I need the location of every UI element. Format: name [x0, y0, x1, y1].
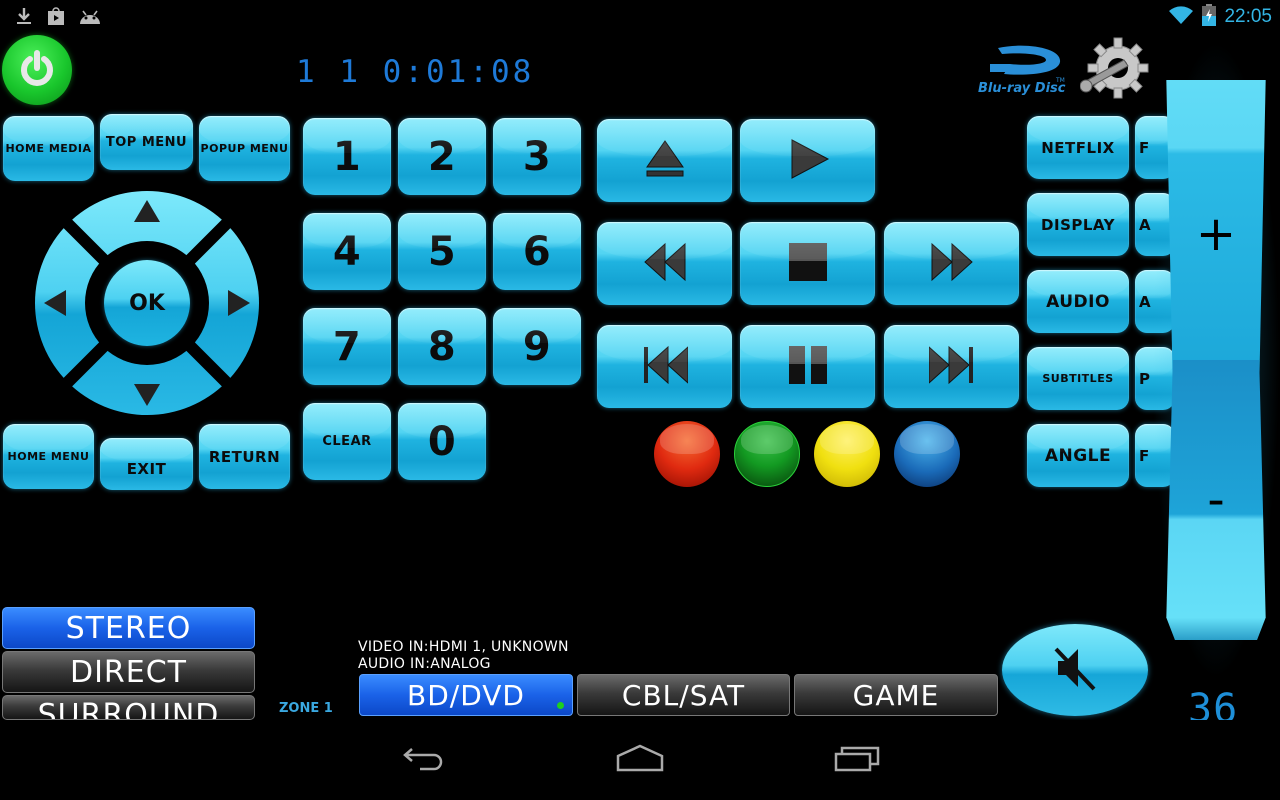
key-0[interactable]: 0	[398, 403, 486, 480]
pause-button[interactable]	[740, 325, 875, 408]
play-icon	[786, 137, 830, 185]
blue-button[interactable]	[894, 421, 960, 487]
eject-button[interactable]	[597, 119, 732, 202]
mute-button[interactable]	[1002, 624, 1148, 716]
home-button[interactable]	[600, 740, 680, 780]
skip-next-icon	[928, 343, 975, 391]
play-button[interactable]	[740, 119, 875, 202]
key-4[interactable]: 4	[303, 213, 391, 290]
angle-button[interactable]: ANGLE	[1027, 424, 1129, 487]
pause-icon	[786, 343, 830, 391]
key-1[interactable]: 1	[303, 118, 391, 195]
fast-forward-icon	[930, 240, 974, 288]
fast-forward-button[interactable]	[884, 222, 1019, 305]
status-bar: 22:05	[0, 0, 1280, 32]
settings-button[interactable]	[1079, 36, 1150, 102]
green-button[interactable]	[734, 421, 800, 487]
key-2[interactable]: 2	[398, 118, 486, 195]
eject-icon	[643, 137, 687, 185]
key-6[interactable]: 6	[493, 213, 581, 290]
source-bd-dvd[interactable]: BD/DVD	[359, 674, 573, 716]
source-cbl-sat[interactable]: CBL/SAT	[577, 674, 790, 716]
home-menu-button[interactable]: HOME MENU	[3, 424, 94, 489]
source-label: GAME	[852, 678, 940, 712]
navigation-bar	[0, 720, 1280, 800]
svg-text:Blu-ray Disc: Blu-ray Disc	[978, 81, 1066, 96]
skip-previous-button[interactable]	[597, 325, 732, 408]
sound-mode-stereo[interactable]: STEREO	[2, 607, 255, 649]
zone-label: ZONE 1	[279, 701, 333, 716]
dpad-right-button[interactable]	[210, 250, 260, 356]
subtitles-button[interactable]: SUBTITLES	[1027, 347, 1129, 410]
audio-input-info: AUDIO IN:ANALOG	[358, 656, 491, 672]
key-7[interactable]: 7	[303, 308, 391, 385]
red-button[interactable]	[654, 421, 720, 487]
svg-text:TM: TM	[1055, 77, 1065, 84]
mute-icon	[1050, 643, 1100, 697]
download-icon	[14, 6, 34, 30]
top-menu-button[interactable]: TOP MENU	[100, 114, 193, 170]
stop-icon	[786, 240, 830, 288]
minus-icon: -	[1207, 472, 1225, 528]
skip-previous-icon	[642, 343, 688, 391]
stop-button[interactable]	[740, 222, 875, 305]
key-5[interactable]: 5	[398, 213, 486, 290]
sound-mode-surround[interactable]: SURROUND	[2, 695, 255, 720]
source-label: CBL/SAT	[621, 678, 746, 712]
clear-button[interactable]: CLEAR	[303, 403, 391, 480]
dpad-up-button[interactable]	[94, 190, 200, 240]
back-icon	[402, 745, 446, 775]
rewind-button[interactable]	[597, 222, 732, 305]
gear-wrench-icon	[1079, 37, 1150, 106]
source-label: BD/DVD	[407, 678, 525, 712]
volume-up-button[interactable]: +	[1166, 80, 1266, 388]
wifi-icon	[1168, 5, 1194, 29]
home-media-button[interactable]: HOME MEDIA	[3, 116, 94, 181]
dpad-down-button[interactable]	[94, 366, 200, 416]
return-button[interactable]: RETURN	[199, 424, 290, 489]
exit-button[interactable]: EXIT	[100, 438, 193, 490]
bluray-logo: Blu-ray Disc TM	[976, 40, 1068, 96]
skip-next-button[interactable]	[884, 325, 1019, 408]
recents-icon	[834, 744, 882, 776]
active-indicator	[557, 702, 564, 709]
power-button[interactable]	[2, 35, 72, 105]
sound-mode-direct[interactable]: DIRECT	[2, 651, 255, 693]
playback-display: 1 1 0:01:08	[296, 54, 535, 90]
android-icon	[78, 6, 102, 30]
home-icon	[616, 744, 664, 776]
battery-charging-icon	[1202, 4, 1217, 30]
dpad: OK	[34, 190, 260, 416]
ok-button[interactable]: OK	[104, 260, 190, 346]
volume-control: + -	[1152, 40, 1280, 680]
netflix-button[interactable]: NETFLIX	[1027, 116, 1129, 179]
clock: 22:05	[1224, 6, 1272, 27]
volume-down-button[interactable]: -	[1166, 360, 1266, 640]
recents-button[interactable]	[818, 740, 898, 780]
video-input-info: VIDEO IN:HDMI 1, UNKNOWN	[358, 639, 569, 655]
key-3[interactable]: 3	[493, 118, 581, 195]
popup-menu-button[interactable]: POPUP MENU	[199, 116, 290, 181]
display-button[interactable]: DISPLAY	[1027, 193, 1129, 256]
dpad-left-button[interactable]	[34, 250, 84, 356]
key-8[interactable]: 8	[398, 308, 486, 385]
yellow-button[interactable]	[814, 421, 880, 487]
audio-button[interactable]: AUDIO	[1027, 270, 1129, 333]
source-game[interactable]: GAME	[794, 674, 998, 716]
play-store-icon	[46, 6, 66, 30]
rewind-icon	[643, 240, 687, 288]
key-9[interactable]: 9	[493, 308, 581, 385]
plus-icon: +	[1195, 206, 1237, 262]
power-icon	[17, 48, 57, 92]
back-button[interactable]	[384, 740, 464, 780]
